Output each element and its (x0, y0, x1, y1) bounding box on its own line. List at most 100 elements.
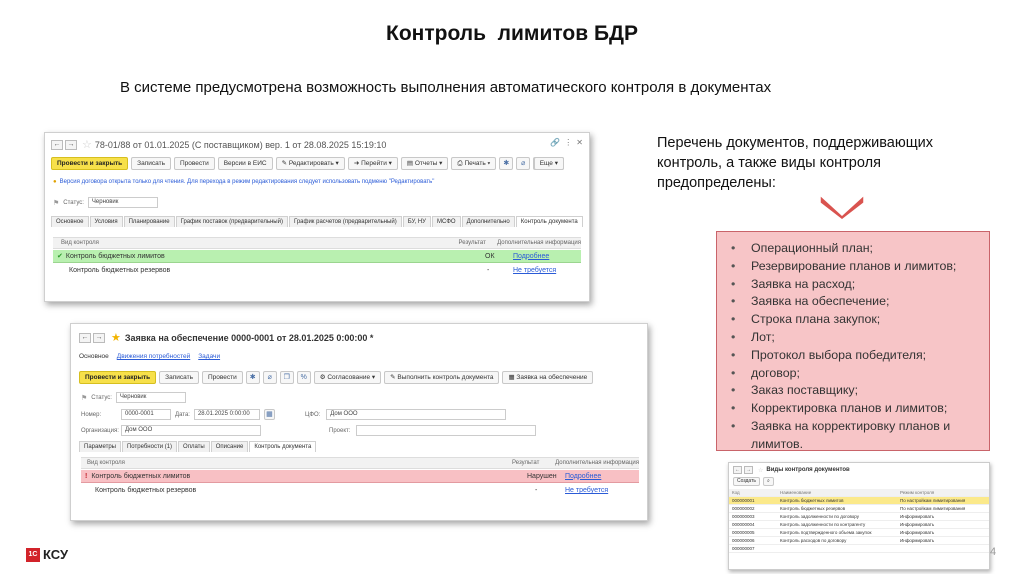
more-icon[interactable]: ⋮ (564, 138, 572, 147)
tab-description[interactable]: Описание (210, 441, 249, 452)
details-link[interactable]: Подробнее (565, 473, 601, 480)
request-button[interactable]: ▦ Заявка на обеспечение (502, 371, 594, 384)
calendar-icon[interactable]: ▦ (263, 409, 275, 420)
status-label: Статус: (91, 394, 112, 401)
list-item: Строка плана закупок; (731, 311, 981, 329)
favorite-star-icon[interactable]: ☆ (758, 467, 763, 474)
table-row[interactable]: 000000004 Контроль задолженности по конт… (729, 520, 989, 529)
status-select[interactable]: Черновик (87, 197, 158, 208)
post-and-close-button[interactable]: Провести и закрыть (51, 157, 129, 170)
goto-label: Перейти (361, 160, 387, 167)
not-required-link[interactable]: Не требуется (565, 487, 608, 494)
nav-tasks[interactable]: Задачи (198, 353, 220, 360)
status-flag-icon: ⚑ (81, 394, 88, 402)
cell-mode: Информировать (897, 536, 989, 545)
post-button[interactable]: Провести (201, 371, 243, 384)
tab-parameters[interactable]: Параметры (79, 441, 121, 452)
cell-name: Контроль расходов по договору (777, 536, 897, 545)
reports-label: Отчеты (414, 160, 438, 167)
row-result: - (487, 267, 490, 274)
col-code: Код (729, 489, 777, 497)
edit-button[interactable]: ✎ Редактировать ▾ (275, 157, 345, 170)
run-control-button[interactable]: ✎ Выполнить контроль документа (384, 371, 500, 384)
tab-ifrs[interactable]: МСФО (432, 216, 461, 227)
search-icon[interactable]: ⌕ (763, 477, 774, 486)
reports-button[interactable]: ▤ Отчеты ▾ (400, 157, 449, 170)
favorite-star-icon[interactable]: ★ (111, 331, 121, 344)
print-button[interactable]: ⎙ Печать ▾ (451, 157, 497, 170)
control-kinds-window: ← → ☆ Виды контроля документов Создать ⌕… (728, 462, 990, 570)
cell-mode: Информировать (897, 512, 989, 521)
tab-planning[interactable]: Планирование (123, 216, 175, 227)
date-field[interactable]: 28.01.2025 0:00:00 (193, 409, 260, 420)
settings-icon[interactable]: ✱ (245, 371, 260, 384)
eis-versions-button[interactable]: Версии в ЕИС (217, 157, 273, 170)
status-label: Статус: (63, 199, 84, 206)
post-and-close-button[interactable]: Провести и закрыть (79, 371, 157, 384)
tab-terms[interactable]: Условия (89, 216, 123, 227)
tab-document-control[interactable]: Контроль документа (515, 216, 583, 227)
cfo-field[interactable]: Дом ООО (326, 409, 507, 420)
number-field[interactable]: 0000-0001 (121, 409, 171, 420)
col-mode: Режим контроля (897, 489, 989, 497)
status-select[interactable]: Черновик (115, 392, 186, 403)
attach-icon[interactable]: ⌀ (262, 371, 277, 384)
table-row[interactable]: Контроль бюджетных резервов - Не требует… (53, 264, 581, 277)
tab-delivery-schedule[interactable]: График поставок (предварительный) (175, 216, 288, 227)
slide-subtitle: В системе предусмотрена возможность выпо… (120, 79, 772, 96)
not-required-link[interactable]: Не требуется (513, 267, 556, 274)
percent-icon[interactable]: % (296, 371, 311, 384)
table-row[interactable]: 000000005 Контроль подтвержденного объем… (729, 528, 989, 537)
post-button[interactable]: Провести (173, 157, 215, 170)
cell-name: Контроль бюджетных лимитов (777, 496, 897, 505)
list-item: Заявка на корректировку планов и лимитов… (731, 418, 981, 454)
approval-label: Согласование (327, 374, 371, 381)
tab-payment-schedule[interactable]: График расчетов (предварительный) (288, 216, 402, 227)
table-row[interactable]: ! Контроль бюджетных лимитов Нарушен Подр… (81, 470, 639, 483)
save-button[interactable]: Записать (159, 371, 199, 384)
forward-button[interactable]: → (65, 139, 77, 150)
forward-button[interactable]: → (93, 332, 105, 343)
goto-button[interactable]: ➜ Перейти ▾ (347, 157, 398, 170)
tab-document-control[interactable]: Контроль документа (249, 441, 317, 452)
favorite-star-icon[interactable]: ☆ (82, 138, 92, 151)
table-row[interactable]: 000000002 Контроль бюджетных резервов По… (729, 504, 989, 513)
table-row[interactable]: 000000001 Контроль бюджетных лимитов По … (729, 496, 989, 505)
tab-main[interactable]: Основное (51, 216, 89, 227)
forward-button[interactable]: → (744, 466, 753, 474)
cell-name: Контроль подтвержденного объема закупок (777, 528, 897, 537)
row-kind: Контроль бюджетных резервов (69, 267, 171, 274)
back-button[interactable]: ← (79, 332, 91, 343)
back-button[interactable]: ← (51, 139, 63, 150)
close-icon[interactable]: ✕ (576, 138, 583, 147)
nav-main[interactable]: Основное (79, 353, 109, 360)
project-field[interactable] (356, 425, 537, 436)
col-result: Результат (458, 240, 486, 246)
table-row[interactable]: ✔ Контроль бюджетных лимитов ОК Подробнее (53, 250, 581, 263)
table-row[interactable]: 000000006 Контроль расходов по договору … (729, 536, 989, 545)
link-icon[interactable]: 🔗 (550, 138, 560, 147)
nav-needs-movements[interactable]: Движения потребностей (117, 353, 190, 360)
request-tabs: Параметры Потребности (1) Оплаты Описани… (79, 441, 647, 452)
col-extra: Дополнительная информация (555, 460, 639, 466)
table-row[interactable]: 000000007 (729, 544, 989, 553)
approval-button[interactable]: ⚙ Согласование ▾ (313, 371, 382, 384)
tab-needs[interactable]: Потребности (1) (121, 441, 178, 452)
details-link[interactable]: Подробнее (513, 253, 549, 260)
tab-accounting[interactable]: БУ, НУ (402, 216, 431, 227)
date-label: Дата: (175, 411, 190, 418)
tab-payments[interactable]: Оплаты (178, 441, 210, 452)
create-button[interactable]: Создать (733, 477, 761, 486)
more-button[interactable]: Еще ▾ (533, 157, 564, 170)
contract-tabs: Основное Условия Планирование График пос… (51, 216, 589, 227)
settings-icon[interactable]: ✱ (499, 157, 514, 170)
cell-name: Контроль бюджетных резервов (777, 504, 897, 513)
table-row[interactable]: 000000003 Контроль задолженности по дого… (729, 512, 989, 521)
back-button[interactable]: ← (733, 466, 742, 474)
organization-field[interactable]: Дом ООО (121, 425, 261, 436)
copy-icon[interactable]: ❐ (279, 371, 294, 384)
table-row[interactable]: Контроль бюджетных резервов - Не требует… (81, 484, 639, 497)
tab-additional[interactable]: Дополнительно (461, 216, 515, 227)
readonly-info: Версия договора открыта только для чтени… (59, 179, 435, 185)
save-button[interactable]: Записать (131, 157, 171, 170)
